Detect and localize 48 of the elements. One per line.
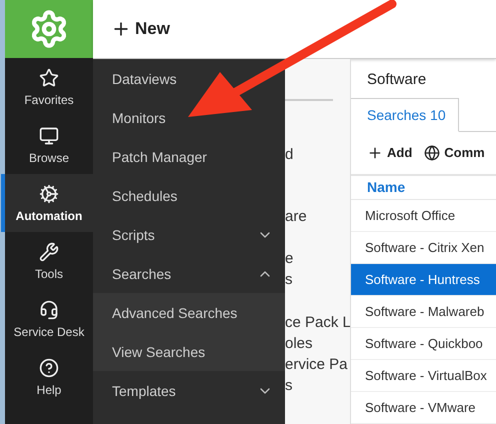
submenu-item[interactable]: Advanced Searches [93,293,285,332]
toolbar-button[interactable]: Comm [424,144,485,161]
nav-item[interactable]: Service Desk [1,290,93,348]
plus-icon [367,144,383,161]
headset-icon [39,300,59,320]
toolbar-button[interactable]: Add [367,144,412,161]
wrench-icon [39,242,59,262]
new-button[interactable]: New [111,19,170,39]
panel-title: Software [366,70,428,90]
table-row[interactable]: Software - Huntress [351,264,496,296]
globe-icon [424,144,440,161]
help-icon [39,358,59,378]
tab[interactable]: Searches 10 [351,98,459,132]
nav-item[interactable]: Browse [1,116,93,174]
nav-item[interactable]: Help [1,348,93,406]
gear-logo-icon [29,9,69,49]
menu-group[interactable]: Scripts [93,215,285,254]
menu-group-label: Searches [112,266,172,282]
nav-label: Tools [34,266,63,280]
gear-icon [39,184,59,204]
nav-label: Browse [28,150,69,164]
list-text: e [285,249,294,269]
star-icon [39,68,59,88]
monitor-icon [39,126,59,146]
nav-label: Service Desk [14,324,84,338]
list-text: oles [285,334,314,354]
app-logo[interactable] [5,0,93,58]
menu-item[interactable]: Schedules [93,176,285,215]
list-text: are [285,207,308,227]
list-text: s [285,270,294,290]
nav-label: Help [36,382,62,396]
list-text: d [285,145,294,165]
menu-group[interactable]: Searches [93,254,285,293]
nav-item[interactable]: Automation [1,174,93,232]
menu-item[interactable]: Dataviews [93,59,285,98]
menu-item[interactable]: Monitors [93,98,285,137]
menu-group-label: Scripts [112,226,155,242]
menu-group-label: Templates [112,382,176,398]
list-text: ervice Pa [285,355,349,375]
list-text: ce Pack L [285,313,350,333]
nav-item[interactable]: Favorites [1,58,93,116]
nav-label: Favorites [24,92,74,106]
nav-item[interactable]: Tools [1,232,93,290]
menu-group[interactable]: Templates [93,371,285,410]
list-text: s [285,376,294,396]
submenu-item[interactable]: View Searches [93,332,285,371]
menu-item[interactable]: Patch Manager [93,137,285,176]
nav-label: Automation [16,208,82,222]
